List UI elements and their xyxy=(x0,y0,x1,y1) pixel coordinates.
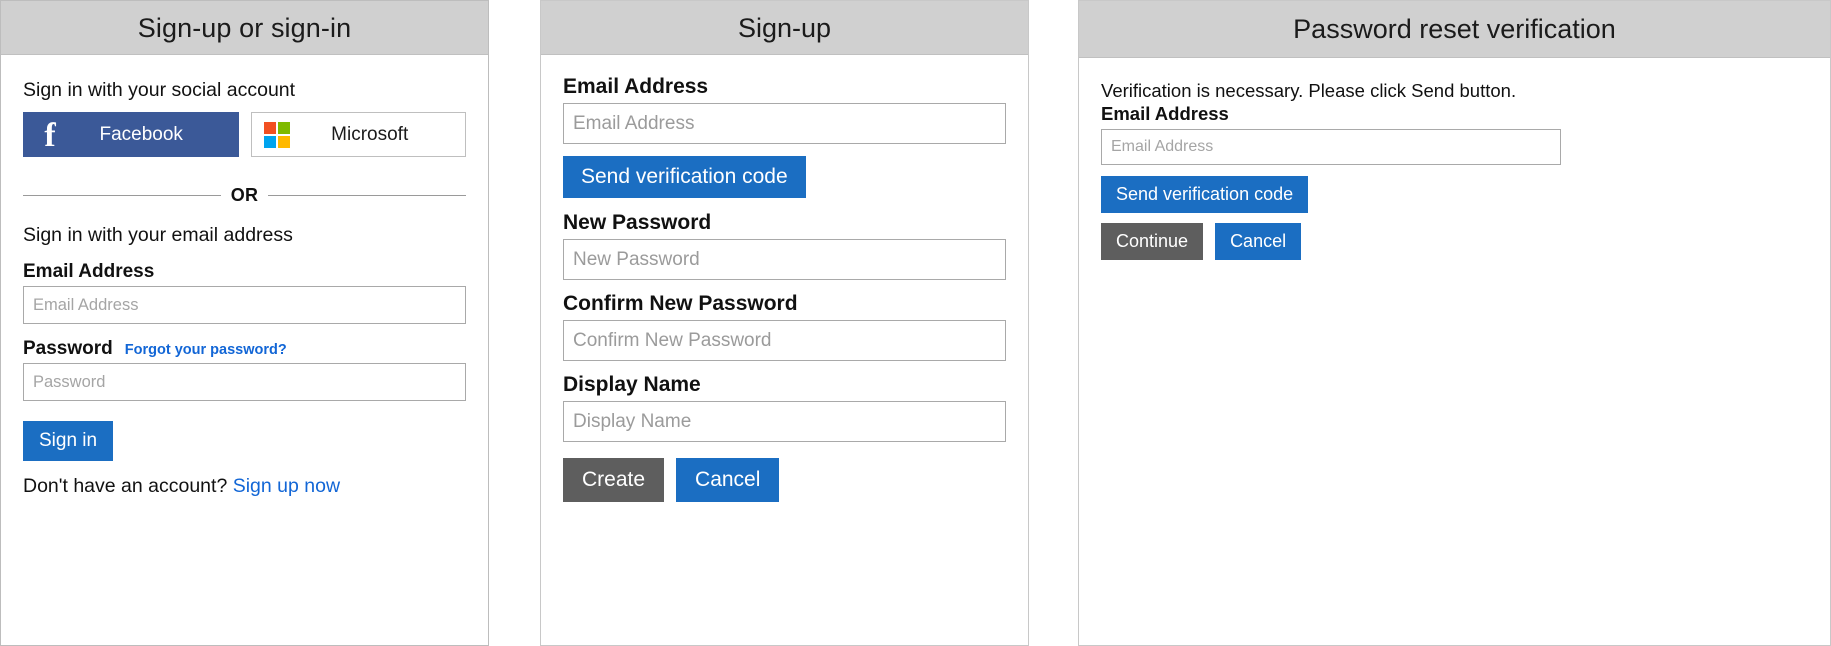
verification-note: Verification is necessary. Please click … xyxy=(1101,80,1517,101)
signup-new-password-input[interactable] xyxy=(563,239,1006,280)
signup-send-verification-code-button[interactable]: Send verification code xyxy=(563,156,806,198)
signin-panel-body: Sign in with your social account f Faceb… xyxy=(1,55,488,498)
password-reset-panel-body: Verification is necessary. Please click … xyxy=(1079,58,1830,261)
signup-cancel-button[interactable]: Cancel xyxy=(676,458,780,502)
signin-password-input[interactable] xyxy=(23,363,466,401)
signup-panel: Sign-up Email Address Send verification … xyxy=(540,0,1029,646)
signin-email-input[interactable] xyxy=(23,286,466,324)
password-label-row: Password Forgot your password? xyxy=(23,338,466,360)
divider-line-right xyxy=(268,195,467,196)
signup-email-input[interactable] xyxy=(563,103,1006,144)
signin-panel-title: Sign-up or sign-in xyxy=(1,1,488,55)
signup-confirm-password-label: Confirm New Password xyxy=(563,292,798,315)
screenshot-stage: Sign-up or sign-in Sign in with your soc… xyxy=(0,0,1831,646)
microsoft-signin-button[interactable]: Microsoft xyxy=(251,112,466,157)
signin-panel: Sign-up or sign-in Sign in with your soc… xyxy=(0,0,489,646)
facebook-signin-button[interactable]: f Facebook xyxy=(23,112,240,157)
reset-continue-button[interactable]: Continue xyxy=(1101,223,1204,261)
signup-panel-body: Email Address Send verification code New… xyxy=(541,55,1028,502)
signup-display-name-input[interactable] xyxy=(563,401,1006,442)
signup-display-name-label: Display Name xyxy=(563,373,701,396)
reset-send-verification-code-button[interactable]: Send verification code xyxy=(1101,176,1309,214)
social-buttons-row: f Facebook Microsoft xyxy=(23,112,466,157)
signup-create-button[interactable]: Create xyxy=(563,458,665,502)
signup-panel-title: Sign-up xyxy=(541,1,1028,55)
email-signin-heading: Sign in with your email address xyxy=(23,224,293,246)
password-reset-panel-title: Password reset verification xyxy=(1079,1,1830,58)
signin-button[interactable]: Sign in xyxy=(23,421,114,461)
signup-confirm-password-input[interactable] xyxy=(563,320,1006,361)
signup-new-password-label: New Password xyxy=(563,211,712,234)
signup-prompt-text: Don't have an account? xyxy=(23,475,228,497)
microsoft-button-label: Microsoft xyxy=(331,123,409,145)
signin-email-label: Email Address xyxy=(23,261,155,282)
reset-email-input[interactable] xyxy=(1101,129,1561,166)
divider-line-left xyxy=(23,195,221,196)
signup-now-link[interactable]: Sign up now xyxy=(233,475,340,497)
reset-action-buttons: Continue Cancel xyxy=(1101,223,1808,261)
social-account-heading: Sign in with your social account xyxy=(23,79,296,101)
signin-password-label: Password xyxy=(23,338,113,359)
signup-prompt: Don't have an account? Sign up now xyxy=(23,475,466,498)
microsoft-squares-icon xyxy=(264,121,291,148)
reset-cancel-button[interactable]: Cancel xyxy=(1215,223,1302,261)
facebook-button-label: Facebook xyxy=(99,123,183,145)
or-divider: OR xyxy=(23,185,467,206)
signup-action-buttons: Create Cancel xyxy=(563,458,1006,502)
signup-email-label: Email Address xyxy=(563,75,709,98)
facebook-f-icon: f xyxy=(44,117,56,154)
reset-email-label: Email Address xyxy=(1101,103,1229,125)
password-reset-panel: Password reset verification Verification… xyxy=(1078,0,1831,646)
forgot-password-link[interactable]: Forgot your password? xyxy=(125,342,287,358)
or-divider-label: OR xyxy=(230,185,259,205)
